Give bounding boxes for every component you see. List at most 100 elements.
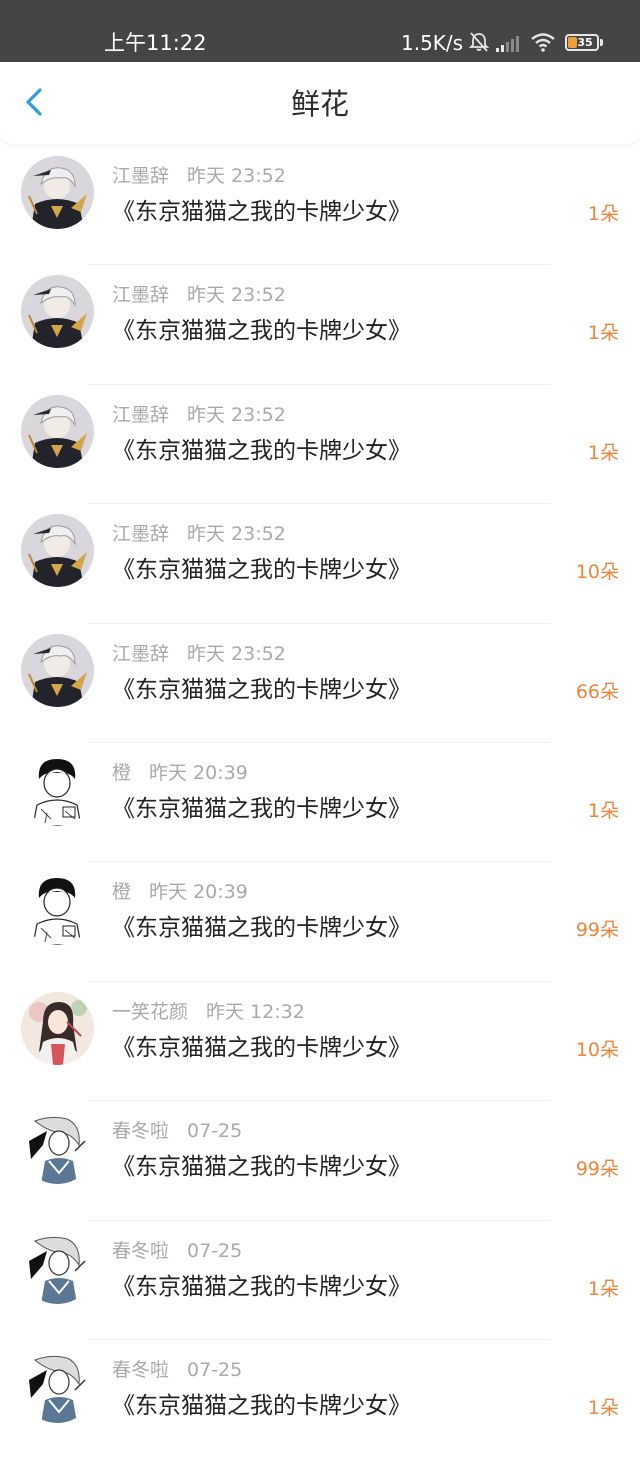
avatar[interactable] bbox=[21, 275, 94, 349]
meta-line: 江墨辞 昨天 23:52 bbox=[112, 641, 286, 667]
meta-line: 江墨辞 昨天 23:52 bbox=[112, 163, 286, 189]
book-title: 《东京猫猫之我的卡牌少女》 bbox=[112, 1154, 411, 1181]
avatar[interactable] bbox=[21, 1230, 94, 1304]
book-title: 《东京猫猫之我的卡牌少女》 bbox=[112, 676, 411, 703]
timestamp: 昨天 23:52 bbox=[187, 642, 286, 665]
battery-level: 35 bbox=[577, 36, 593, 49]
timestamp: 07-25 bbox=[187, 1120, 243, 1143]
flower-count: 1朵 bbox=[587, 203, 619, 225]
book-title: 《东京猫猫之我的卡牌少女》 bbox=[112, 915, 411, 942]
username: 江墨辞 bbox=[112, 403, 170, 426]
wifi-icon bbox=[531, 33, 555, 52]
username: 江墨辞 bbox=[112, 284, 170, 307]
battery-icon: 35 bbox=[565, 34, 599, 51]
timestamp: 昨天 20:39 bbox=[149, 881, 248, 904]
dark-anime-avatar bbox=[21, 275, 94, 349]
network-speed: 1.5K/s bbox=[401, 31, 464, 55]
list-item[interactable]: 一笑花颜 昨天 12:32 《东京猫猫之我的卡牌少女》 10朵 bbox=[0, 982, 640, 1102]
meta-line: 一笑花颜 昨天 12:32 bbox=[112, 999, 305, 1025]
timestamp: 昨天 12:32 bbox=[206, 1000, 305, 1023]
username: 春冬啦 bbox=[112, 1120, 170, 1143]
dark-anime-avatar bbox=[21, 156, 94, 229]
flower-count: 1朵 bbox=[587, 1277, 619, 1300]
ink-swordsman-avatar bbox=[21, 1349, 94, 1423]
username: 江墨辞 bbox=[112, 523, 170, 546]
avatar[interactable] bbox=[21, 752, 94, 826]
username: 春冬啦 bbox=[112, 1358, 170, 1381]
meta-line: 江墨辞 昨天 23:52 bbox=[112, 282, 286, 308]
list-item[interactable]: 江墨辞 昨天 23:52 《东京猫猫之我的卡牌少女》 1朵 bbox=[0, 146, 640, 266]
dark-anime-avatar bbox=[21, 394, 94, 468]
page-title: 鲜花 bbox=[290, 87, 349, 121]
dark-anime-avatar bbox=[21, 633, 94, 707]
sketch-boy-avatar bbox=[21, 872, 94, 946]
username: 春冬啦 bbox=[112, 1239, 170, 1262]
flower-count: 99朵 bbox=[575, 1158, 619, 1181]
list-item[interactable]: 江墨辞 昨天 23:52 《东京猫猫之我的卡牌少女》 1朵 bbox=[0, 385, 640, 505]
meta-line: 春冬啦 07-25 bbox=[112, 1238, 242, 1264]
timestamp: 07-25 bbox=[187, 1358, 243, 1381]
book-title: 《东京猫猫之我的卡牌少女》 bbox=[112, 795, 411, 822]
book-title: 《东京猫猫之我的卡牌少女》 bbox=[112, 199, 411, 225]
username: 一笑花颜 bbox=[112, 1000, 189, 1023]
list-item[interactable]: 江墨辞 昨天 23:52 《东京猫猫之我的卡牌少女》 66朵 bbox=[0, 624, 640, 743]
status-bar: 上午11:22 1.5K/s 35 bbox=[0, 0, 640, 62]
dark-anime-avatar bbox=[21, 514, 94, 588]
book-title: 《东京猫猫之我的卡牌少女》 bbox=[112, 1034, 411, 1061]
signal-icon bbox=[496, 36, 519, 52]
battery-tip bbox=[600, 39, 603, 46]
meta-line: 江墨辞 昨天 23:52 bbox=[112, 521, 286, 547]
avatar[interactable] bbox=[21, 1111, 94, 1185]
username: 江墨辞 bbox=[112, 642, 170, 665]
list-item[interactable]: 春冬啦 07-25 《东京猫猫之我的卡牌少女》 99朵 bbox=[0, 1101, 640, 1221]
list-item[interactable]: 橙昨天 20:39 《东京猫猫之我的卡牌少女》 99朵 bbox=[0, 862, 640, 982]
timestamp: 昨天 23:52 bbox=[187, 284, 286, 307]
avatar[interactable] bbox=[21, 991, 94, 1065]
meta-line: 橙昨天 20:39 bbox=[112, 760, 248, 786]
book-title: 《东京猫猫之我的卡牌少女》 bbox=[112, 1273, 411, 1300]
timestamp: 昨天 23:52 bbox=[187, 403, 286, 426]
book-title: 《东京猫猫之我的卡牌少女》 bbox=[112, 437, 411, 464]
book-title: 《东京猫猫之我的卡牌少女》 bbox=[112, 1392, 411, 1419]
meta-line: 江墨辞 昨天 23:52 bbox=[112, 402, 286, 428]
flower-count: 1朵 bbox=[587, 322, 619, 345]
flower-count: 10朵 bbox=[575, 1038, 619, 1061]
avatar[interactable] bbox=[21, 394, 94, 468]
timestamp: 昨天 20:39 bbox=[149, 761, 248, 784]
avatar[interactable] bbox=[21, 1349, 94, 1423]
list-item[interactable]: 春冬啦 07-25 《东京猫猫之我的卡牌少女》 1朵 bbox=[0, 1340, 640, 1459]
avatar[interactable] bbox=[21, 872, 94, 946]
username: 橙 bbox=[112, 761, 132, 784]
avatar[interactable] bbox=[21, 156, 94, 229]
list-item[interactable]: 春冬啦 07-25 《东京猫猫之我的卡牌少女》 1朵 bbox=[0, 1221, 640, 1340]
username: 橙 bbox=[112, 881, 132, 904]
mute-icon bbox=[468, 32, 490, 52]
avatar[interactable] bbox=[21, 514, 94, 588]
meta-line: 橙昨天 20:39 bbox=[112, 879, 248, 905]
book-title: 《东京猫猫之我的卡牌少女》 bbox=[112, 557, 411, 584]
flower-count: 1朵 bbox=[587, 799, 619, 822]
book-title: 《东京猫猫之我的卡牌少女》 bbox=[112, 318, 411, 345]
ink-swordsman-avatar bbox=[21, 1230, 94, 1304]
timestamp: 07-25 bbox=[187, 1239, 243, 1262]
flower-count: 1朵 bbox=[587, 441, 619, 464]
avatar[interactable] bbox=[21, 633, 94, 707]
nav-bar: 鲜花 bbox=[0, 62, 640, 144]
meta-line: 春冬啦 07-25 bbox=[112, 1357, 242, 1383]
flower-count: 66朵 bbox=[575, 680, 619, 703]
flower-count: 1朵 bbox=[587, 1396, 619, 1419]
painted-girl-avatar bbox=[21, 991, 94, 1065]
timestamp: 昨天 23:52 bbox=[187, 165, 286, 187]
flower-count: 99朵 bbox=[575, 919, 619, 942]
ink-swordsman-avatar bbox=[21, 1111, 94, 1185]
status-time: 上午11:22 bbox=[104, 31, 207, 55]
list-item[interactable]: 橙昨天 20:39 《东京猫猫之我的卡牌少女》 1朵 bbox=[0, 743, 640, 863]
list-item[interactable]: 江墨辞 昨天 23:52 《东京猫猫之我的卡牌少女》 10朵 bbox=[0, 504, 640, 624]
meta-line: 春冬啦 07-25 bbox=[112, 1118, 242, 1144]
sketch-boy-avatar bbox=[21, 752, 94, 826]
username: 江墨辞 bbox=[112, 165, 170, 187]
flower-count: 10朵 bbox=[575, 561, 619, 584]
flower-list: 江墨辞 昨天 23:52 《东京猫猫之我的卡牌少女》 1朵 江墨辞 昨天 23:52… bbox=[0, 146, 640, 1459]
timestamp: 昨天 23:52 bbox=[187, 523, 286, 546]
list-item[interactable]: 江墨辞 昨天 23:52 《东京猫猫之我的卡牌少女》 1朵 bbox=[0, 265, 640, 385]
